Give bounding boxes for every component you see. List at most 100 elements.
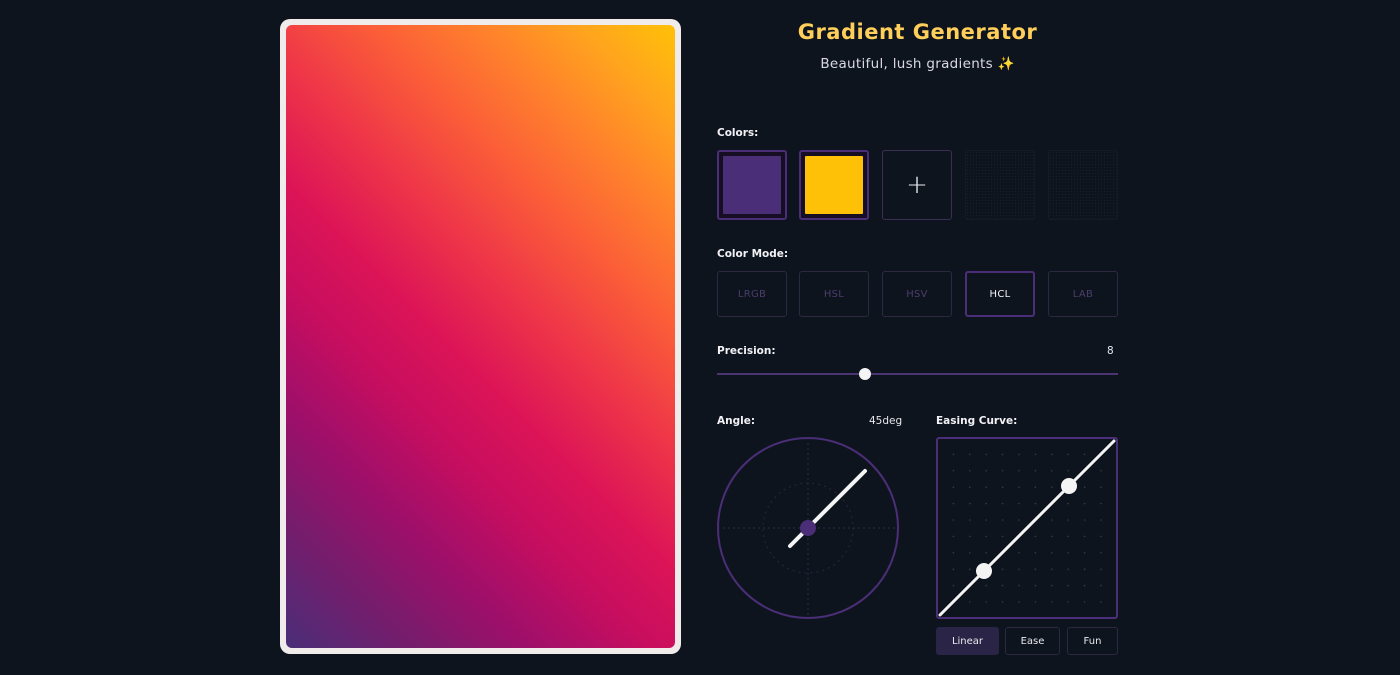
easing-grid-dot [985, 519, 987, 521]
easing-control-point-2[interactable] [1061, 478, 1077, 494]
easing-grid-dot [1051, 552, 1053, 554]
easing-grid-dot [1083, 519, 1086, 521]
precision-label: Precision: [717, 345, 776, 357]
easing-grid-dot [1001, 470, 1004, 472]
easing-grid-dot [952, 584, 955, 587]
easing-grid-dot [1034, 568, 1037, 570]
angle-center-handle[interactable] [800, 520, 816, 536]
easing-grid-dot [1067, 601, 1069, 603]
easing-grid-dot [1001, 535, 1004, 538]
easing-grid-dot [985, 584, 987, 587]
easing-control-point-1[interactable] [976, 563, 992, 579]
easing-grid-dot [1018, 519, 1020, 521]
colors-label: Colors: [717, 127, 759, 139]
easing-grid-dot [1100, 502, 1102, 505]
gradient-generator-app: Gradient Generator Beautiful, lush gradi… [0, 0, 1400, 675]
easing-grid-dot [1067, 519, 1069, 521]
easing-grid-dot [969, 601, 971, 603]
easing-grid-dot [1083, 535, 1086, 538]
precision-slider-thumb[interactable] [859, 368, 872, 380]
easing-grid-dot [985, 502, 987, 505]
color-mode-hsl-button[interactable]: HSL [799, 271, 869, 317]
easing-grid-dot [1100, 601, 1102, 603]
easing-curve-editor[interactable] [936, 437, 1118, 619]
easing-grid-dot [952, 568, 955, 570]
precision-slider-track[interactable] [717, 373, 1118, 375]
color-mode-label: Color Mode: [717, 248, 789, 260]
easing-grid-dot [1051, 584, 1053, 587]
easing-grid-dot [969, 486, 971, 488]
easing-linear-button[interactable]: Linear [936, 627, 999, 655]
easing-grid-dot [1083, 568, 1086, 570]
easing-grid-dot [1018, 502, 1020, 505]
easing-grid-dot [1034, 601, 1037, 603]
easing-grid-dot [969, 552, 971, 554]
color-mode-lab-button[interactable]: LAB [1048, 271, 1118, 317]
easing-grid-dot [985, 470, 987, 472]
plus-icon: + [906, 170, 928, 200]
easing-grid-dot [1034, 486, 1037, 488]
color-swatch-2[interactable] [799, 150, 869, 220]
color-swatch-2-fill [805, 156, 863, 214]
easing-grid-dot [1051, 519, 1053, 521]
easing-label: Easing Curve: [936, 415, 1018, 427]
easing-grid-dot [1067, 552, 1069, 554]
color-mode-hsv-button[interactable]: HSV [882, 271, 952, 317]
easing-fun-button[interactable]: Fun [1067, 627, 1118, 655]
easing-grid-dot [1034, 502, 1037, 505]
easing-grid-dot [969, 470, 971, 472]
easing-grid-dot [1034, 535, 1037, 538]
easing-grid-dot [1001, 486, 1004, 488]
easing-grid-dot [969, 519, 971, 521]
easing-grid-dot [952, 535, 955, 538]
easing-grid-dot [985, 453, 987, 456]
easing-grid-dot [1018, 568, 1020, 570]
easing-grid-dot [1100, 552, 1102, 554]
easing-grid-dot [1067, 453, 1069, 456]
easing-grid-dot [1083, 601, 1086, 603]
easing-ease-button[interactable]: Ease [1005, 627, 1060, 655]
empty-color-slot [1048, 150, 1118, 220]
easing-grid-dot [1034, 470, 1037, 472]
easing-grid-dot [985, 486, 987, 488]
easing-grid-dot [952, 486, 955, 488]
easing-grid-dot [1067, 470, 1069, 472]
easing-grid-dot [1100, 568, 1102, 570]
easing-grid-dot [1067, 584, 1069, 587]
easing-grid-dot [985, 552, 987, 554]
color-mode-lrgb-button[interactable]: LRGB [717, 271, 787, 317]
angle-needle[interactable] [788, 469, 867, 548]
easing-grid-dot [1018, 470, 1020, 472]
easing-grid-dot [1067, 502, 1069, 505]
color-swatch-1-fill [723, 156, 781, 214]
easing-grid-dot [1051, 470, 1053, 472]
easing-grid-dot [1034, 584, 1037, 587]
angle-label: Angle: [717, 415, 756, 427]
page-title: Gradient Generator [797, 20, 1038, 44]
easing-grid-dot [1051, 568, 1053, 570]
easing-grid-dot [969, 502, 971, 505]
add-color-button[interactable]: + [882, 150, 952, 220]
easing-grid-dot [1100, 486, 1102, 488]
easing-grid-dot [969, 568, 971, 570]
easing-grid-dot [1083, 502, 1086, 505]
easing-grid-dot [969, 535, 971, 538]
easing-grid-dot [952, 453, 955, 456]
easing-grid-dot [1100, 470, 1102, 472]
easing-grid-dot [1001, 453, 1004, 456]
color-swatch-1[interactable] [717, 150, 787, 220]
easing-grid-dot [1100, 584, 1102, 587]
easing-grid-dot [1051, 486, 1053, 488]
easing-grid-dot [969, 453, 971, 456]
gradient-preview [286, 25, 675, 648]
easing-grid-dot [1001, 568, 1004, 570]
easing-grid-dot [1083, 486, 1086, 488]
easing-grid-dot [952, 519, 955, 521]
angle-dial[interactable] [717, 436, 901, 620]
easing-grid-dot [1018, 584, 1020, 587]
color-mode-hcl-button[interactable]: HCL [965, 271, 1035, 317]
controls-panel: Gradient Generator Beautiful, lush gradi… [717, 0, 1118, 675]
easing-grid-dot [1001, 601, 1004, 603]
easing-grid-dot [1051, 453, 1053, 456]
easing-grid-dot [1100, 519, 1102, 521]
